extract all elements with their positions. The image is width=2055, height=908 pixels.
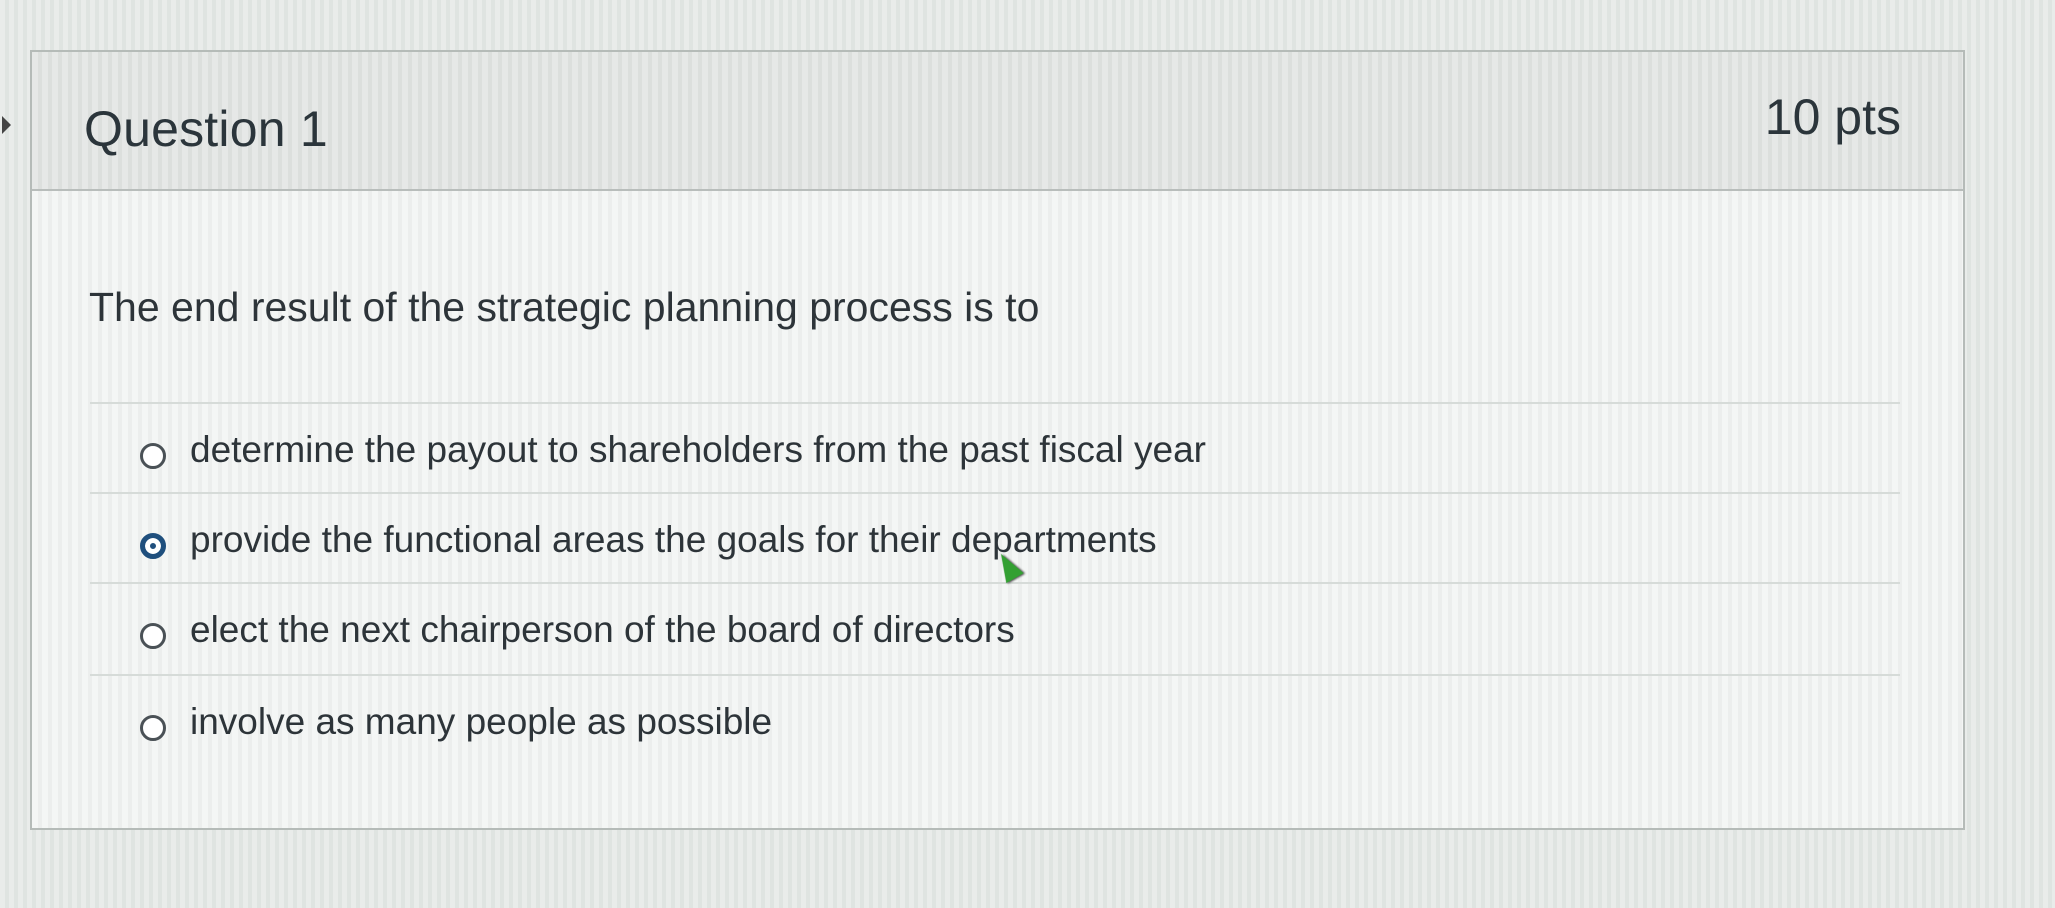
question-text: The end result of the strategic planning… (89, 284, 1040, 330)
radio-button-unselected[interactable] (140, 715, 166, 741)
radio-button-unselected[interactable] (140, 443, 166, 469)
question-title: Question 1 (84, 101, 328, 157)
answer-label: determine the payout to shareholders fro… (190, 429, 1206, 470)
question-header: Question 1 10 pts (32, 52, 1963, 191)
answer-option-involve-people[interactable]: involve as many people as possible (90, 674, 1900, 762)
question-card: Question 1 10 pts The end result of the … (30, 50, 1965, 830)
answer-option-chairperson[interactable]: elect the next chairperson of the board … (90, 582, 1900, 670)
answer-label: involve as many people as possible (190, 701, 773, 742)
chevron-right-icon (2, 116, 11, 134)
radio-button-unselected[interactable] (140, 623, 166, 649)
answer-option-functional-areas[interactable]: provide the functional areas the goals f… (90, 492, 1900, 580)
radio-button-selected[interactable] (140, 533, 166, 559)
answer-option-payout[interactable]: determine the payout to shareholders fro… (90, 402, 1900, 490)
answer-label: elect the next chairperson of the board … (190, 609, 1015, 650)
question-points: 10 pts (1764, 89, 1901, 145)
